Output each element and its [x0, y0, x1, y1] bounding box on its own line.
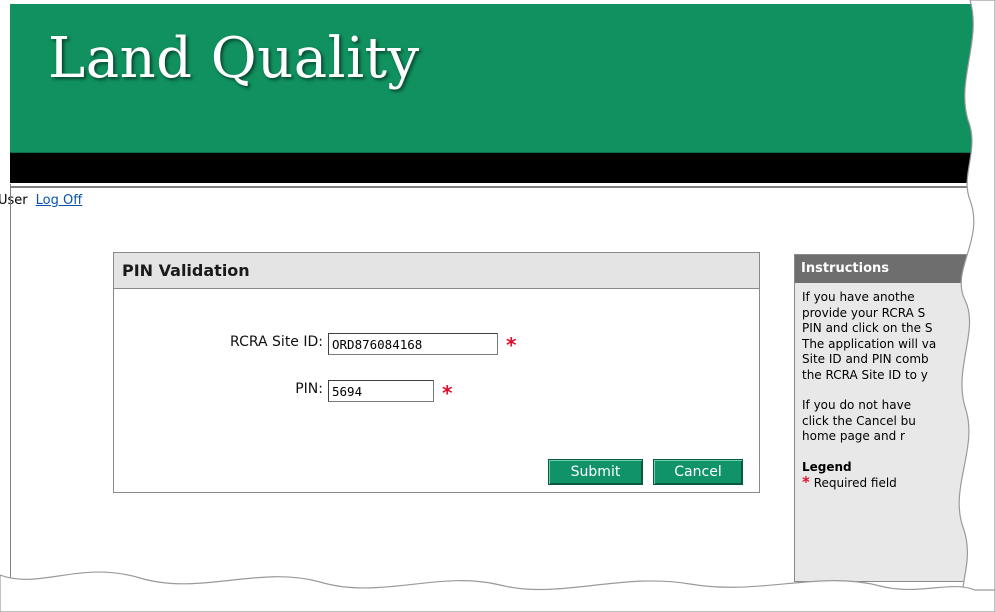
instructions-line: Site ID and PIN comb	[802, 352, 929, 366]
panel-title: PIN Validation	[114, 253, 759, 289]
legend-title: Legend	[802, 459, 852, 474]
log-off-link[interactable]: Log Off	[36, 193, 83, 208]
pin-validation-panel: PIN Validation RCRA Site ID: * PIN: * Su…	[113, 252, 760, 493]
required-marker: *	[506, 333, 517, 357]
instructions-line: If you have anothe	[802, 290, 915, 304]
nav-bar	[10, 153, 995, 183]
instructions-line: PIN and click on the S	[802, 321, 933, 335]
required-marker: *	[442, 381, 453, 405]
instructions-line: The application will va	[802, 336, 937, 351]
instructions-paragraph-1: If you have anothe provide your RCRA S P…	[802, 290, 995, 383]
instructions-line: provide your RCRA S	[802, 305, 926, 320]
header-banner: Land Quality	[10, 4, 995, 153]
instructions-body: If you have anothe provide your RCRA S P…	[795, 283, 995, 492]
pin-input[interactable]	[328, 380, 434, 402]
footer-bar	[10, 589, 995, 612]
content-left-border	[10, 184, 11, 586]
instructions-line: click the Cancel bu	[802, 413, 916, 428]
legend-text: Required field	[813, 476, 897, 490]
user-label: User	[0, 193, 28, 208]
instructions-title: Instructions	[795, 255, 995, 283]
site-id-input[interactable]	[328, 333, 498, 355]
cancel-button[interactable]: Cancel	[653, 459, 743, 485]
pin-label: PIN:	[295, 381, 323, 397]
instructions-line: the RCRA Site ID to y	[802, 367, 928, 382]
legend-item: * Required field	[802, 473, 995, 492]
instructions-paragraph-2: If you do not have click the Cancel bu h…	[802, 398, 995, 445]
site-id-label: RCRA Site ID:	[230, 334, 323, 350]
divider	[10, 186, 995, 188]
submit-button[interactable]: Submit	[548, 459, 643, 485]
required-marker-icon: *	[802, 473, 810, 491]
page: Land Quality User Log Off PIN Validation …	[0, 0, 995, 612]
instructions-line: If you do not have	[802, 398, 912, 412]
instructions-line: home page and r	[802, 429, 905, 443]
instructions-panel: Instructions If you have anothe provide …	[794, 254, 995, 582]
site-title: Land Quality	[48, 26, 420, 91]
user-bar: User Log Off	[0, 193, 82, 208]
